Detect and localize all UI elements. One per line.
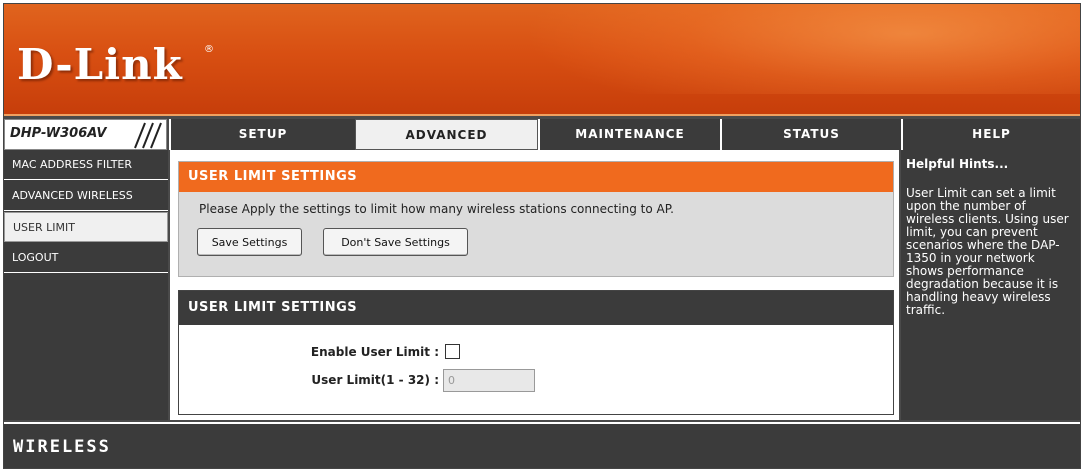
enable-user-limit-checkbox[interactable] <box>445 344 460 359</box>
tab-maintenance[interactable]: MAINTENANCE <box>538 119 720 150</box>
banner-glow <box>524 4 1080 94</box>
help-panel: Helpful Hints... User Limit can set a li… <box>901 150 1080 420</box>
model-name: DHP-W306AV <box>10 126 107 141</box>
top-nav: DHP-W306AV SETUP ADVANCED MAINTENANCE ST… <box>4 119 1080 150</box>
sidebar: MAC ADDRESS FILTER ADVANCED WIRELESS USE… <box>4 150 168 420</box>
help-title: Helpful Hints... <box>906 157 1009 171</box>
banner-stripe <box>4 114 1080 116</box>
sidebar-item-advanced-wireless[interactable]: ADVANCED WIRELESS <box>4 181 168 211</box>
settings-title: USER LIMIT SETTINGS <box>179 291 893 325</box>
sidebar-item-logout[interactable]: LOGOUT <box>4 243 168 273</box>
sidebar-item-user-limit[interactable]: USER LIMIT <box>4 212 168 242</box>
settings-panel: USER LIMIT SETTINGS Enable User Limit : … <box>178 290 894 415</box>
app-frame: D-Link ® DHP-W306AV SETUP ADVANCED MAINT… <box>3 3 1081 469</box>
banner: D-Link ® <box>4 4 1080 116</box>
intro-description: Please Apply the settings to limit how m… <box>199 202 674 216</box>
footer: WIRELESS <box>4 422 1080 468</box>
registered-mark: ® <box>204 44 214 55</box>
tab-setup[interactable]: SETUP <box>169 119 355 150</box>
intro-title: USER LIMIT SETTINGS <box>179 162 893 192</box>
footer-label: WIRELESS <box>13 437 111 457</box>
intro-panel: USER LIMIT SETTINGS Please Apply the set… <box>178 161 894 277</box>
tab-advanced[interactable]: ADVANCED <box>355 119 538 150</box>
dont-save-settings-button[interactable]: Don't Save Settings <box>323 228 468 256</box>
sidebar-item-mac-address-filter[interactable]: MAC ADDRESS FILTER <box>4 150 168 180</box>
save-settings-button[interactable]: Save Settings <box>197 228 302 256</box>
help-text: User Limit can set a limit upon the numb… <box>906 186 1069 317</box>
slashes-icon <box>134 122 162 149</box>
user-limit-label: User Limit(1 - 32) : <box>311 373 439 387</box>
enable-user-limit-label: Enable User Limit : <box>310 345 439 359</box>
model-badge: DHP-W306AV <box>4 119 167 150</box>
main-content: USER LIMIT SETTINGS Please Apply the set… <box>170 150 899 420</box>
user-limit-input[interactable] <box>443 369 535 392</box>
dlink-logo: D-Link <box>17 40 183 89</box>
tab-status[interactable]: STATUS <box>720 119 901 150</box>
tab-help[interactable]: HELP <box>901 119 1080 150</box>
